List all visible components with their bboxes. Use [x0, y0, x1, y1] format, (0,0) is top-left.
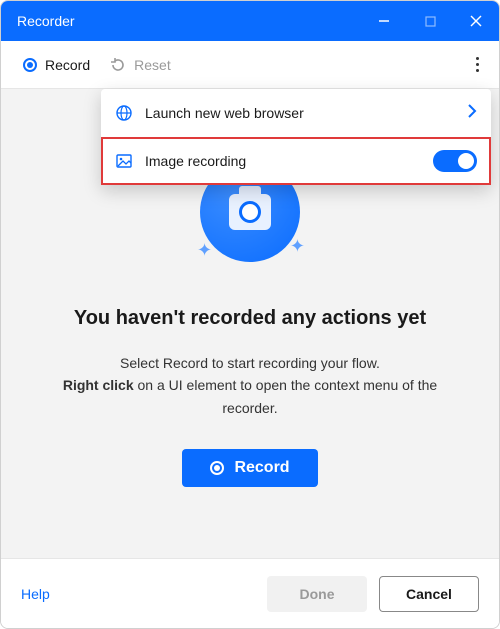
camera-icon: [229, 194, 271, 230]
body-line2-rest: on a UI element to open the context menu…: [134, 377, 438, 415]
image-icon: [115, 152, 133, 170]
sparkle-icon: ✦: [197, 240, 212, 261]
record-toolbar-label: Record: [45, 57, 90, 73]
option-launch-browser[interactable]: Launch new web browser: [101, 89, 491, 137]
record-button-label: Record: [234, 459, 289, 477]
empty-state-heading: You haven't recorded any actions yet: [74, 307, 426, 330]
cancel-button[interactable]: Cancel: [379, 576, 479, 612]
options-dropdown: Launch new web browser Image recording: [101, 89, 491, 185]
body-line1: Select Record to start recording your fl…: [120, 355, 380, 371]
help-link[interactable]: Help: [21, 586, 50, 602]
sparkle-icon: ✦: [290, 236, 305, 257]
option-image-recording[interactable]: Image recording: [101, 137, 491, 185]
body-line2-strong: Right click: [63, 377, 134, 393]
window-title: Recorder: [17, 13, 361, 29]
footer: Help Done Cancel: [1, 558, 499, 628]
globe-icon: [115, 104, 133, 122]
option-image-recording-label: Image recording: [145, 153, 421, 169]
toolbar: Record Reset: [1, 41, 499, 89]
recorder-window: Recorder Record Reset Launch new web bro…: [0, 0, 500, 629]
option-launch-browser-label: Launch new web browser: [145, 105, 455, 121]
close-button[interactable]: [453, 1, 499, 41]
record-button[interactable]: Record: [182, 449, 317, 487]
empty-state-body: Select Record to start recording your fl…: [60, 352, 440, 419]
reset-toolbar-label: Reset: [134, 57, 171, 73]
minimize-button[interactable]: [361, 1, 407, 41]
image-recording-toggle[interactable]: [433, 150, 477, 172]
done-button[interactable]: Done: [267, 576, 367, 612]
reset-icon: [110, 57, 126, 73]
maximize-button[interactable]: [407, 1, 453, 41]
more-options-button[interactable]: [468, 49, 487, 80]
record-icon: [210, 461, 224, 475]
reset-toolbar-button[interactable]: Reset: [100, 51, 181, 79]
record-icon: [23, 58, 37, 72]
record-toolbar-button[interactable]: Record: [13, 51, 100, 79]
titlebar: Recorder: [1, 1, 499, 41]
chevron-right-icon: [467, 104, 477, 123]
